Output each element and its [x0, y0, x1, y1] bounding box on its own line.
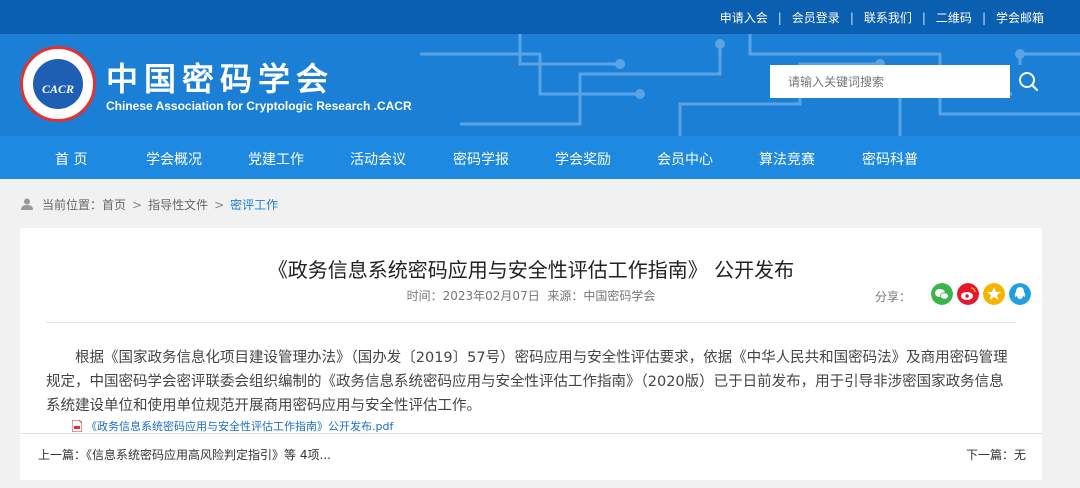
separator: | — [921, 11, 926, 25]
prev-title: 《信息系统密码应用高风险判定指引》等 4项... — [86, 448, 331, 462]
prev-label: 上一篇： — [38, 448, 87, 462]
logo-text: CACR — [41, 82, 74, 96]
top-links: 申请入会 | 会员登录 | 联系我们 | 二维码 | 学会邮箱 — [720, 9, 1044, 26]
header-banner: CACR 中国密码学会 Chinese Association for Cryp… — [0, 34, 1080, 136]
next-title: 无 — [1013, 448, 1026, 462]
nav-science[interactable]: 密码科普 — [862, 149, 918, 169]
separator: | — [777, 11, 782, 25]
member-login-link[interactable]: 会员登录 — [792, 11, 840, 25]
nav-member-center[interactable]: 会员中心 — [657, 149, 713, 169]
separator: | — [981, 11, 986, 25]
search-icon — [1019, 72, 1039, 92]
article-body: 根据《国家政务信息化项目建设管理办法》（国办发〔2019〕57号）密码应用与安全… — [46, 350, 1008, 414]
footer-divider — [20, 433, 1042, 434]
next-article[interactable]: 下一篇：无 — [966, 446, 1026, 463]
breadcrumb-prefix: 当前位置： — [42, 198, 103, 212]
association-email-link[interactable]: 学会邮箱 — [996, 11, 1044, 25]
publish-date: 2023年02月07日 — [442, 289, 540, 303]
nav-party-work[interactable]: 党建工作 — [248, 149, 304, 169]
cacr-logo[interactable]: CACR — [20, 46, 96, 122]
breadcrumb-current[interactable]: 密评工作 — [230, 198, 278, 212]
nav-events[interactable]: 活动会议 — [350, 149, 406, 169]
nav-journal[interactable]: 密码学报 — [453, 149, 509, 169]
weibo-icon[interactable] — [957, 283, 979, 305]
article-source: 中国密码学会 — [583, 289, 656, 303]
contact-us-link[interactable]: 联系我们 — [864, 11, 912, 25]
article-card: 《政务信息系统密码应用与安全性评估工作指南》 公开发布 时间：2023年02月0… — [20, 228, 1042, 480]
breadcrumb: 当前位置：首页 > 指导性文件 > 密评工作 — [20, 196, 278, 213]
time-label: 时间： — [406, 289, 443, 303]
share-label: 分享： — [875, 290, 912, 304]
logo-inner: CACR — [33, 59, 83, 109]
site-title-en: Chinese Association for Cryptologic Rese… — [106, 99, 412, 113]
apply-membership-link[interactable]: 申请入会 — [720, 11, 768, 25]
nav-home[interactable]: 首 页 — [55, 149, 87, 169]
nav-about[interactable]: 学会概况 — [146, 149, 202, 169]
attachment-link[interactable]: 《政务信息系统密码应用与安全性评估工作指南》公开发布.pdf — [72, 418, 393, 434]
search-input[interactable] — [770, 65, 1010, 98]
nav-algorithm-contest[interactable]: 算法竞赛 — [759, 149, 815, 169]
user-icon — [21, 198, 33, 210]
qq-icon[interactable] — [1009, 283, 1031, 305]
qzone-icon[interactable] — [983, 283, 1005, 305]
search-button[interactable] — [1012, 65, 1045, 98]
next-label: 下一篇： — [965, 448, 1014, 462]
title-divider — [46, 322, 1016, 323]
nav-awards[interactable]: 学会奖励 — [555, 149, 611, 169]
site-title-cn: 中国密码学会 — [106, 60, 335, 98]
attachment-name: 《政务信息系统密码应用与安全性评估工作指南》公开发布.pdf — [86, 420, 394, 433]
top-bar: 申请入会 | 会员登录 | 联系我们 | 二维码 | 学会邮箱 — [0, 0, 1080, 34]
qr-code-link[interactable]: 二维码 — [936, 11, 972, 25]
source-label: 来源： — [547, 289, 584, 303]
breadcrumb-separator: > — [214, 198, 225, 212]
breadcrumb-guidance[interactable]: 指导性文件 — [148, 198, 208, 212]
article-title: 《政务信息系统密码应用与安全性评估工作指南》 公开发布 — [267, 258, 795, 282]
separator: | — [849, 11, 854, 25]
wechat-icon[interactable] — [931, 283, 953, 305]
pdf-icon — [72, 420, 82, 432]
breadcrumb-home[interactable]: 首页 — [102, 198, 126, 212]
main-nav: 首 页 学会概况 党建工作 活动会议 密码学报 学会奖励 会员中心 算法竞赛 密… — [0, 136, 1080, 179]
prev-article[interactable]: 上一篇：《信息系统密码应用高风险判定指引》等 4项... — [38, 446, 331, 463]
breadcrumb-separator: > — [132, 198, 143, 212]
